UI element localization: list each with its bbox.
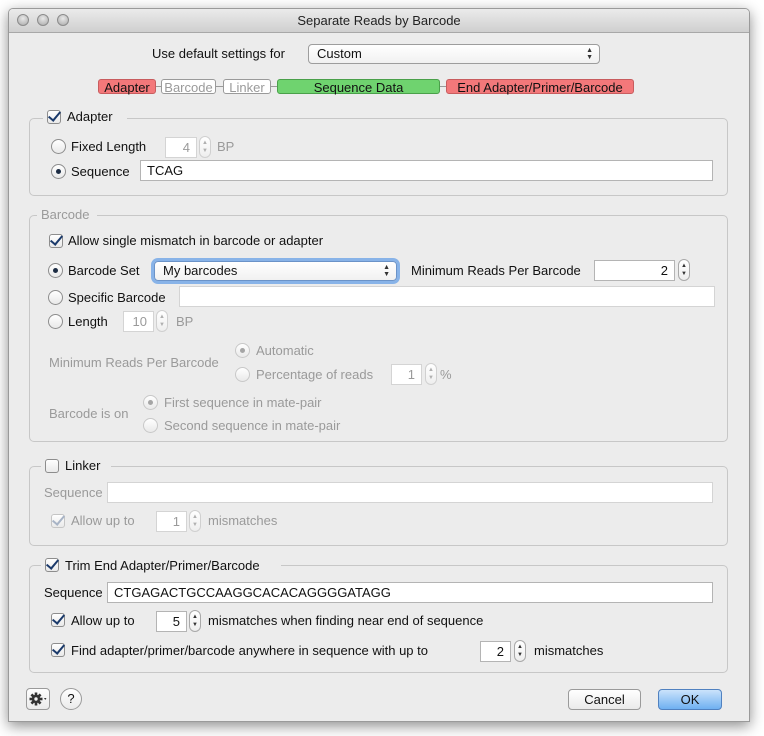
title-bar: Separate Reads by Barcode [9,9,749,33]
percentage-radio[interactable] [235,367,250,382]
defaults-select-value: Custom [317,46,362,61]
length-field[interactable]: 10 [123,311,154,332]
segment-adapter: Adapter [98,79,156,95]
adapter-sequence-field[interactable]: TCAG [140,160,713,181]
trim-sequence-field[interactable]: CTGAGACTGCCAAGGCACACAGGGGATAGG [107,582,713,603]
barcode-set-label: Barcode Set [68,263,140,278]
segment-linker: Linker [223,79,271,95]
specific-barcode-label: Specific Barcode [68,290,166,305]
automatic-radio[interactable] [235,343,250,358]
linker-group [29,466,728,546]
percentage-label: Percentage of reads [256,367,374,382]
sequence-label: Sequence [71,164,130,179]
defaults-label: Use default settings for [152,46,285,61]
barcode-on-label: Barcode is on [49,406,129,421]
barcode-set-select-value: My barcodes [163,263,238,278]
trim-checkbox[interactable] [45,558,59,572]
linker-mismatches-label: mismatches [208,513,278,528]
sequence-radio[interactable] [51,164,66,179]
linker-sequence-field[interactable] [107,482,713,503]
trim-allow-stepper[interactable]: ▲ ▼ [189,610,201,632]
length-unit: BP [176,314,194,329]
min-reads-label: Minimum Reads Per Barcode [411,263,581,278]
fixed-length-radio[interactable] [51,139,66,154]
percentage-unit: % [440,367,452,382]
trim-allow-label: Allow up to [71,613,135,628]
adapter-title: Adapter [67,109,113,124]
adapter-group [29,118,728,196]
select-arrows-icon: ▲ ▼ [586,47,593,61]
specific-barcode-field[interactable] [179,286,715,307]
trim-title: Trim End Adapter/Primer/Barcode [65,558,260,573]
help-button[interactable]: ? [60,688,82,710]
min-reads-group-label: Minimum Reads Per Barcode [49,355,219,370]
cancel-button[interactable]: Cancel [568,689,641,710]
min-reads-stepper[interactable]: ▲ ▼ [678,259,690,281]
trim-sequence-label: Sequence [44,585,103,600]
percentage-field[interactable]: 1 [391,364,422,385]
trim-allow-suffix: mismatches when finding near end of sequ… [208,613,484,628]
percentage-stepper[interactable]: ▲ ▼ [425,363,437,385]
find-anywhere-label: Find adapter/primer/barcode anywhere in … [71,643,428,658]
find-anywhere-field[interactable]: 2 [480,641,511,662]
find-anywhere-checkbox[interactable] [51,643,65,657]
linker-allow-checkbox[interactable] [51,514,65,528]
linker-allow-stepper[interactable]: ▲ ▼ [189,510,201,532]
linker-checkbox[interactable] [45,459,59,473]
second-sequence-label: Second sequence in mate-pair [164,418,341,433]
fixed-length-stepper[interactable]: ▲ ▼ [199,136,211,158]
trim-allow-field[interactable]: 5 [156,611,187,632]
length-radio[interactable] [48,314,63,329]
gear-icon [29,692,47,706]
second-sequence-radio[interactable] [143,418,158,433]
fixed-length-unit: BP [217,139,235,154]
linker-allow-field[interactable]: 1 [156,511,187,532]
linker-title: Linker [65,458,101,473]
linker-sequence-label: Sequence [44,485,103,500]
first-sequence-radio[interactable] [143,395,158,410]
length-label: Length [68,314,108,329]
segment-end-adapter: End Adapter/Primer/Barcode [446,79,634,95]
min-reads-field[interactable]: 2 [594,260,675,281]
trim-allow-checkbox[interactable] [51,613,65,627]
allow-mismatch-checkbox[interactable] [49,234,63,248]
settings-menu-button[interactable] [26,688,50,710]
specific-barcode-radio[interactable] [48,290,63,305]
segment-barcode: Barcode [161,79,216,95]
segment-sequence-data: Sequence Data [277,79,440,95]
ok-button[interactable]: OK [658,689,722,710]
first-sequence-label: First sequence in mate-pair [164,395,322,410]
automatic-label: Automatic [256,343,314,358]
adapter-checkbox[interactable] [47,110,61,124]
fixed-length-field[interactable]: 4 [165,137,197,158]
select-arrows-icon: ▲ ▼ [383,264,390,278]
find-anywhere-suffix: mismatches [534,643,604,658]
barcode-set-radio[interactable] [48,263,63,278]
allow-mismatch-label: Allow single mismatch in barcode or adap… [68,233,324,248]
length-stepper[interactable]: ▲ ▼ [156,310,168,332]
fixed-length-label: Fixed Length [71,139,147,154]
linker-allow-label: Allow up to [71,513,135,528]
dialog-window: Separate Reads by Barcode Use default se… [8,8,750,722]
barcode-set-select[interactable]: My barcodes ▲ ▼ [154,261,397,281]
window-title: Separate Reads by Barcode [297,13,461,28]
barcode-title: Barcode [41,207,90,222]
find-anywhere-stepper[interactable]: ▲ ▼ [514,640,526,662]
defaults-select[interactable]: Custom ▲ ▼ [308,44,600,64]
